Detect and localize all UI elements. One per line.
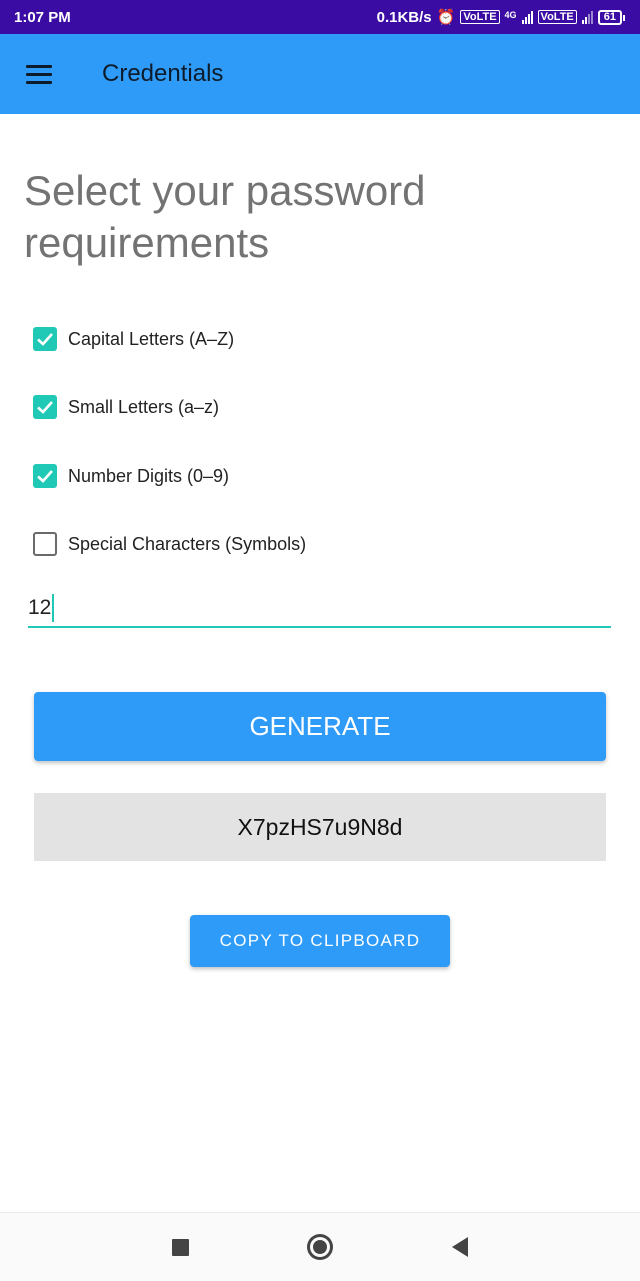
option-label: Capital Letters (A–Z)	[68, 328, 235, 349]
recents-button[interactable]	[160, 1227, 200, 1267]
hamburger-menu-icon[interactable]	[26, 60, 52, 89]
system-navigation-bar	[0, 1212, 640, 1281]
volte-icon: VoLTE	[460, 10, 500, 24]
generated-password-display: X7pzHS7u9N8d	[34, 793, 606, 861]
back-button[interactable]	[440, 1227, 480, 1267]
page-heading: Select your password requirements	[24, 167, 426, 266]
signal-strength-icon-2	[581, 10, 593, 24]
status-time: 1:07 PM	[14, 8, 71, 26]
option-number-digits[interactable]: Number Digits (0–9)	[33, 464, 229, 488]
option-small-letters[interactable]: Small Letters (a–z)	[33, 395, 219, 419]
status-bar: 1:07 PM 0.1KB/s ⏰ VoLTE 4G VoLTE 61	[0, 0, 640, 34]
text-caret	[52, 594, 55, 622]
generate-button[interactable]: GENERATE	[34, 692, 606, 761]
alarm-icon: ⏰	[436, 9, 456, 26]
generated-password-text: X7pzHS7u9N8d	[237, 813, 403, 840]
app-bar: Credentials	[0, 34, 640, 114]
copy-to-clipboard-button[interactable]: COPY TO CLIPBOARD	[190, 915, 450, 967]
network-type-label: 4G	[504, 10, 517, 20]
checkbox-checked-icon[interactable]	[33, 464, 57, 488]
option-label: Special Characters (Symbols)	[68, 533, 307, 554]
signal-strength-icon	[521, 10, 533, 24]
circle-home-icon	[313, 1240, 327, 1254]
triangle-back-icon	[452, 1237, 468, 1257]
status-indicators: 0.1KB/s ⏰ VoLTE 4G VoLTE 61	[377, 8, 626, 26]
checkbox-unchecked-icon[interactable]	[33, 532, 57, 556]
option-label: Small Letters (a–z)	[68, 396, 220, 417]
battery-icon: 61	[597, 9, 626, 25]
checkbox-checked-icon[interactable]	[33, 395, 57, 419]
password-length-value: 12	[28, 596, 52, 619]
option-capital-letters[interactable]: Capital Letters (A–Z)	[33, 327, 234, 351]
volte-icon-2: VoLTE	[537, 10, 577, 24]
option-label: Number Digits (0–9)	[68, 465, 230, 486]
network-speed: 0.1KB/s	[376, 8, 432, 26]
square-recents-icon	[171, 1238, 189, 1256]
option-special-characters[interactable]: Special Characters (Symbols)	[33, 532, 306, 556]
battery-level: 61	[603, 10, 616, 23]
checkbox-checked-icon[interactable]	[33, 327, 57, 351]
app-title: Credentials	[102, 60, 224, 87]
home-button[interactable]	[300, 1227, 340, 1267]
password-length-input[interactable]: 12	[28, 590, 611, 628]
